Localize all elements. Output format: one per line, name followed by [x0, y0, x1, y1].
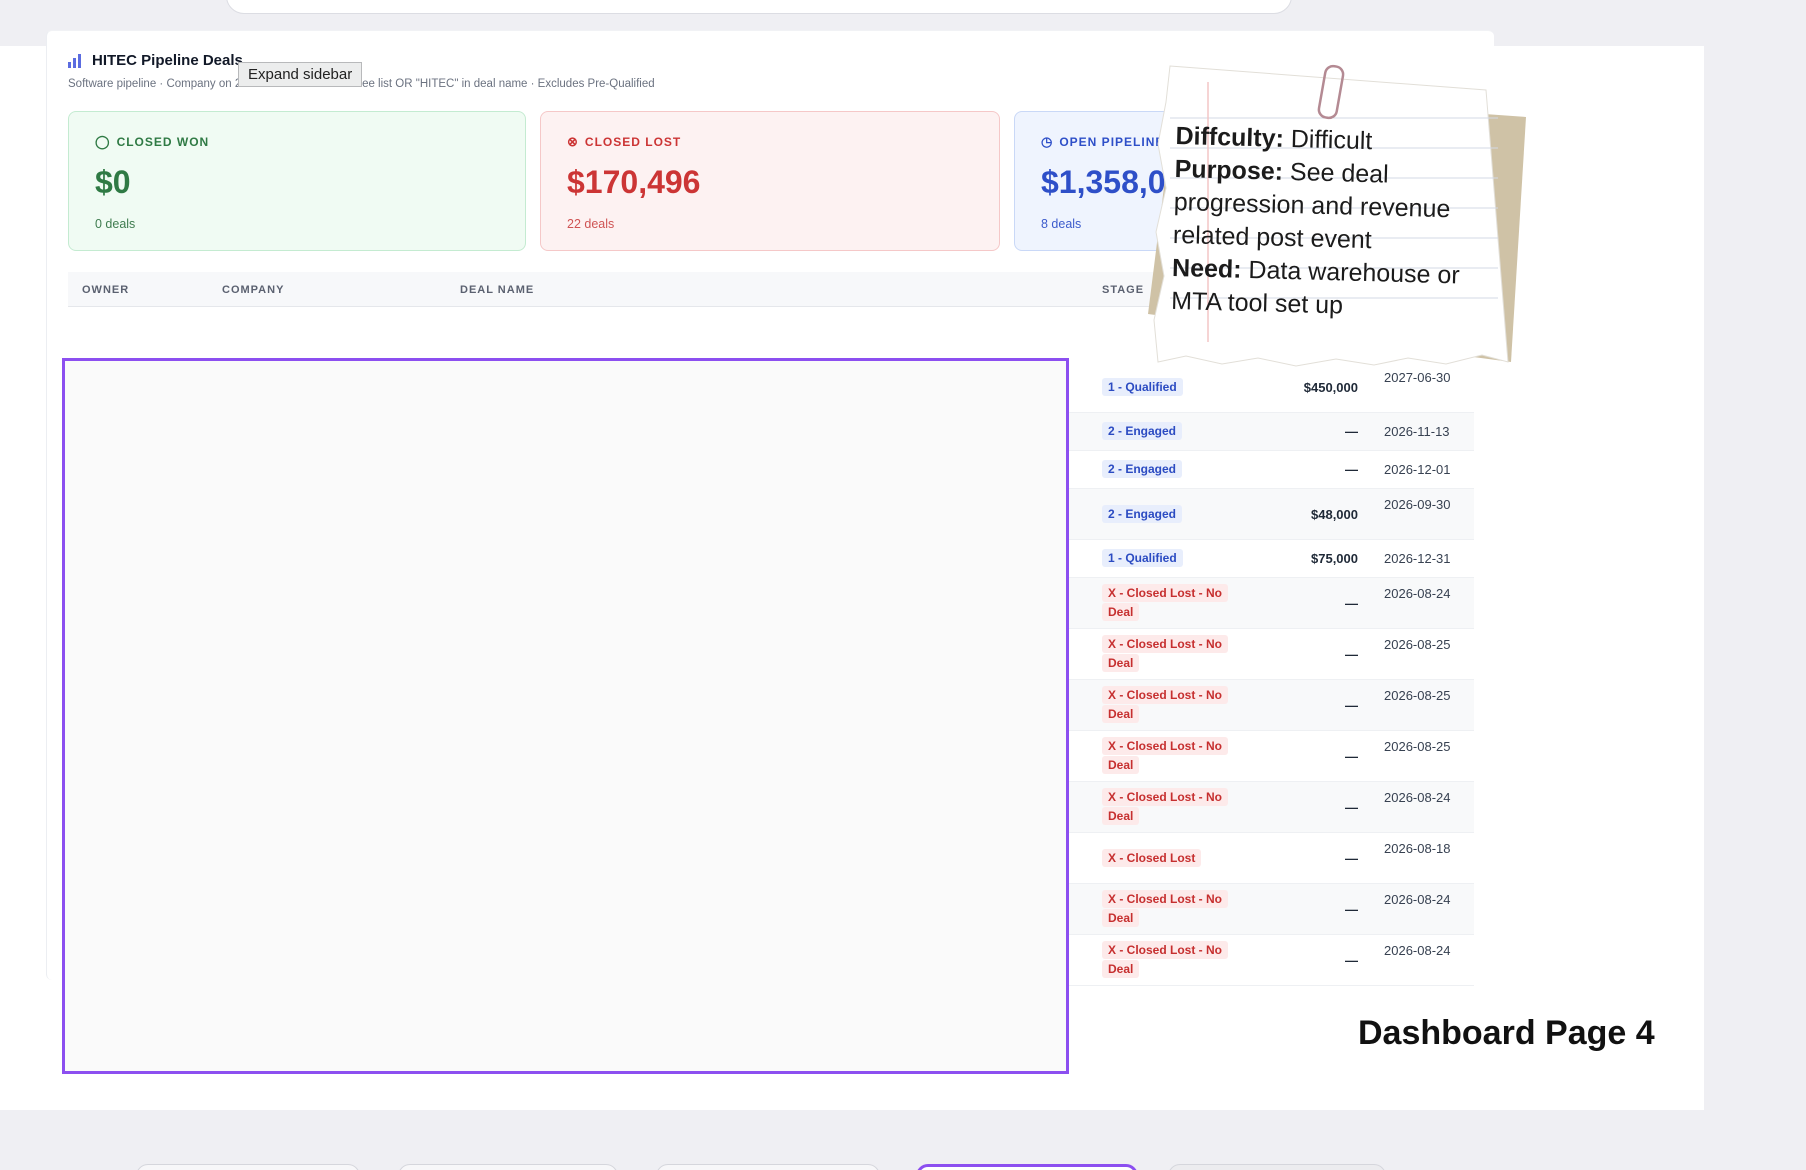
kpi-label: ⊗ CLOSED LOST [567, 134, 973, 150]
page-label: Dashboard Page 4 [1358, 1014, 1655, 1052]
stage-badge-text: X - Closed Lost - No Deal [1102, 737, 1228, 774]
bar-chart-icon [68, 53, 84, 68]
stage-badge: X - Closed Lost - No Deal [1102, 941, 1234, 979]
kpi-label: ◯ CLOSED WON [95, 134, 499, 150]
amount-cell: — [1345, 901, 1358, 917]
close-date-cell: 2026-08-24 [1384, 892, 1451, 907]
kpi-count: 22 deals [567, 217, 615, 231]
x-circle-icon: ⊗ [567, 134, 579, 149]
check-circle-icon: ◯ [95, 134, 111, 149]
kpi-card-closed-won[interactable]: ◯ CLOSED WON $0 0 deals [68, 111, 526, 251]
table-row[interactable]: X - Closed Lost - No Deal — 2026-08-25 [1068, 731, 1474, 782]
difficulty-value: Difficult [1290, 125, 1373, 156]
close-date-cell: 2026-08-25 [1384, 739, 1451, 754]
stage-badge: X - Closed Lost - No Deal [1102, 584, 1234, 622]
close-date-cell: 2026-12-01 [1384, 462, 1451, 477]
dashboard-title-text: HITEC Pipeline Deals [92, 52, 243, 69]
close-date-cell: 2026-09-30 [1384, 497, 1451, 512]
bottom-tab-1[interactable] [136, 1164, 360, 1170]
close-date-cell: 2026-08-18 [1384, 841, 1451, 856]
bottom-tab-3[interactable] [656, 1164, 880, 1170]
stage-badge: X - Closed Lost - No Deal [1102, 635, 1234, 673]
amount-cell: — [1345, 595, 1358, 611]
table-row[interactable]: 2 - Engaged — 2026-12-01 [1068, 451, 1474, 489]
close-date-cell: 2026-08-25 [1384, 637, 1451, 652]
kpi-card-closed-lost[interactable]: ⊗ CLOSED LOST $170,496 22 deals [540, 111, 1000, 251]
stage-badge: 2 - Engaged [1102, 422, 1302, 441]
table-row[interactable]: 2 - Engaged $48,000 2026-09-30 [1068, 489, 1474, 540]
stage-badge: X - Closed Lost - No Deal [1102, 890, 1234, 928]
table-row[interactable]: X - Closed Lost - No Deal — 2026-08-24 [1068, 578, 1474, 629]
bottom-tab-2[interactable] [398, 1164, 618, 1170]
amount-cell: — [1345, 799, 1358, 815]
clock-icon: ◷ [1041, 134, 1054, 149]
close-date-cell: 2026-08-24 [1384, 586, 1451, 601]
table-row[interactable]: 1 - Qualified $75,000 2026-12-31 [1068, 540, 1474, 578]
close-date-cell: 2026-08-24 [1384, 943, 1451, 958]
bottom-tab-5[interactable] [1168, 1164, 1386, 1170]
stage-badge: X - Closed Lost - No Deal [1102, 788, 1234, 826]
stage-badge: X - Closed Lost [1102, 848, 1302, 868]
kpi-value: $170,496 [567, 164, 701, 200]
stage-badge: X - Closed Lost - No Deal [1102, 686, 1234, 724]
column-header-owner[interactable]: OWNER [82, 284, 129, 296]
stage-badge: 2 - Engaged [1102, 460, 1302, 479]
bottom-tab-4-active[interactable] [916, 1164, 1138, 1170]
expand-sidebar-tooltip: Expand sidebar [238, 62, 363, 87]
amount-cell: — [1345, 462, 1358, 477]
table-body: 1 - Qualified $450,000 2027-06-30 2 - Engag… [1068, 362, 1474, 1028]
stage-badge: 2 - Engaged [1102, 504, 1302, 524]
kpi-label-text: CLOSED WON [116, 135, 210, 149]
stage-badge-text: X - Closed Lost - No Deal [1102, 686, 1228, 723]
stage-badge: 1 - Qualified [1102, 549, 1302, 568]
amount-cell: — [1345, 952, 1358, 968]
kpi-count: 0 deals [95, 217, 136, 231]
stage-badge-text: X - Closed Lost - No Deal [1102, 941, 1228, 978]
stage-badge-text: X - Closed Lost - No Deal [1102, 890, 1228, 927]
close-date-cell: 2026-11-13 [1384, 424, 1450, 439]
stage-badge-text: 2 - Engaged [1102, 460, 1183, 478]
amount-cell: $450,000 [1303, 379, 1358, 395]
stage-badge-text: X - Closed Lost - No Deal [1102, 788, 1228, 825]
stage-badge: X - Closed Lost - No Deal [1102, 737, 1234, 775]
dashboard-title: HITEC Pipeline Deals [68, 52, 243, 69]
note-text: Diffculty: Difficult Purpose: See deal p… [1171, 120, 1506, 327]
amount-cell: — [1345, 748, 1358, 764]
table-row[interactable]: X - Closed Lost — 2026-08-18 [1068, 833, 1474, 884]
amount-cell: — [1345, 646, 1358, 662]
stage-badge-text: X - Closed Lost - No Deal [1102, 584, 1228, 621]
table-row[interactable]: X - Closed Lost - No Deal — 2026-08-24 [1068, 935, 1474, 986]
amount-cell: — [1345, 697, 1358, 713]
top-toolbar [226, 0, 1292, 14]
close-date-cell: 2026-08-25 [1384, 688, 1451, 703]
stage-badge: 1 - Qualified [1102, 377, 1302, 397]
difficulty-label: Diffculty: [1175, 121, 1285, 153]
kpi-label-text: CLOSED LOST [584, 135, 682, 149]
close-date-cell: 2026-12-31 [1384, 551, 1451, 566]
table-row[interactable]: X - Closed Lost - No Deal — 2026-08-25 [1068, 629, 1474, 680]
stage-badge-text: 2 - Engaged [1102, 504, 1183, 523]
column-header-company[interactable]: COMPANY [222, 284, 284, 296]
amount-cell: — [1345, 850, 1358, 866]
stage-badge-text: 1 - Qualified [1102, 549, 1183, 567]
purpose-label: Purpose: [1174, 154, 1284, 186]
stage-badge-text: X - Closed Lost [1102, 848, 1202, 867]
amount-cell: — [1345, 424, 1358, 439]
stage-badge-text: X - Closed Lost - No Deal [1102, 635, 1228, 672]
kpi-value: $0 [95, 164, 131, 200]
need-label: Need: [1171, 253, 1242, 284]
stage-badge-text: 1 - Qualified [1102, 377, 1183, 396]
sticky-note: Diffculty: Difficult Purpose: See deal p… [1136, 62, 1546, 372]
amount-cell: $48,000 [1311, 506, 1358, 522]
stage-badge-text: 2 - Engaged [1102, 422, 1183, 440]
column-header-deal-name[interactable]: DEAL NAME [460, 284, 534, 296]
close-date-cell: 2026-08-24 [1384, 790, 1451, 805]
table-row[interactable]: X - Closed Lost - No Deal — 2026-08-25 [1068, 680, 1474, 731]
table-row[interactable]: X - Closed Lost - No Deal — 2026-08-24 [1068, 782, 1474, 833]
table-row[interactable]: 2 - Engaged — 2026-11-13 [1068, 413, 1474, 451]
amount-cell: $75,000 [1311, 551, 1358, 566]
table-row[interactable]: X - Closed Lost - No Deal — 2026-08-24 [1068, 884, 1474, 935]
redacted-region [62, 358, 1069, 1074]
